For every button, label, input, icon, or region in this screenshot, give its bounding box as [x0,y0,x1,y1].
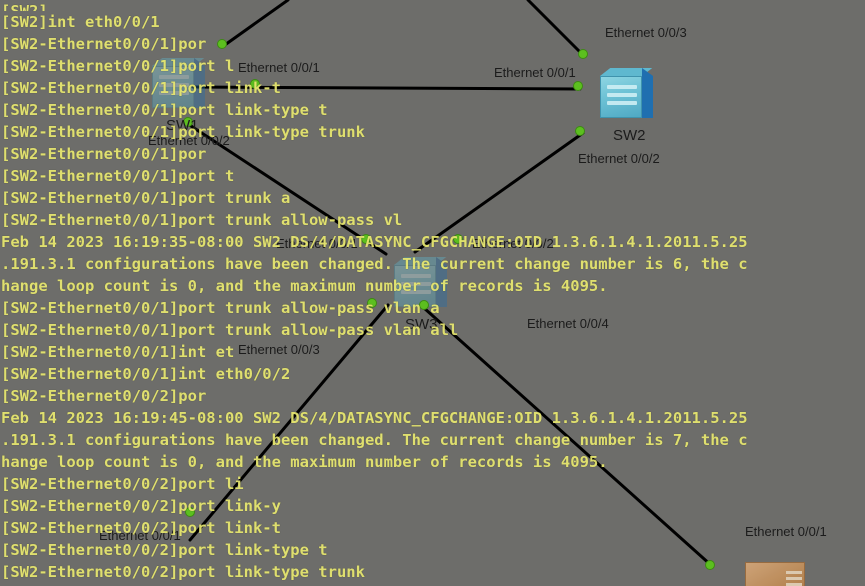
port-label: Ethernet 0/0/2 [148,133,230,148]
port-label: Ethernet 0/0/1 [99,528,181,543]
port-label: Ethernet 0/0/1 [745,524,827,539]
link-endpoint-dot[interactable] [362,235,370,243]
switch-icon-port-slots [401,274,431,300]
link-endpoint-dot[interactable] [368,299,376,307]
topology-link[interactable] [191,85,582,91]
switch-icon-side-face [436,257,447,307]
switch-icon-port-slots [607,85,637,111]
host-vent-lines [786,571,802,574]
topology-link[interactable] [188,303,390,542]
port-label: Ethernet 0/0/3 [238,342,320,357]
link-endpoint-dot[interactable] [218,40,226,48]
topology-link[interactable] [526,0,586,58]
link-endpoint-dot[interactable] [454,235,462,243]
link-endpoint-dot[interactable] [251,80,259,88]
device-name-label: SW3 [405,316,438,333]
port-label: Ethernet 0/0/1 [238,60,320,75]
port-label: Ethernet 0/0/2 [472,236,554,251]
link-endpoint-dot[interactable] [420,301,428,309]
topology-link[interactable] [422,306,714,568]
link-endpoint-dot[interactable] [579,50,587,58]
port-label: Ethernet 0/0/3 [605,25,687,40]
link-endpoint-dot[interactable] [576,127,584,135]
link-endpoint-dot[interactable] [186,508,194,516]
switch-icon-front-face [152,66,194,108]
port-label: Ethernet 0/0/2 [578,151,660,166]
switch-icon-port-slots [159,75,189,101]
switch-icon-side-face [642,68,653,118]
app-screen: Ethernet 0/0/2 Ethernet 0/0/1 Ethernet 0/0… [0,0,865,586]
link-endpoint-dot[interactable] [574,82,582,90]
device-switch-sw1[interactable] [152,58,205,116]
device-switch-sw2[interactable] [600,68,653,126]
topology-link[interactable] [220,0,290,49]
switch-icon-front-face [394,265,436,307]
port-label: Ethernet 0/0/1 [276,236,358,251]
device-host-partial[interactable] [745,562,805,586]
topology-link[interactable] [413,131,585,254]
device-name-label: SW1 [166,117,199,134]
port-label: Ethernet 0/0/1 [494,65,576,80]
device-name-label: SW2 [613,127,646,144]
switch-icon-front-face [600,76,642,118]
port-label: Ethernet 0/0/4 [527,316,609,331]
switch-icon-side-face [194,58,205,108]
link-endpoint-dot[interactable] [706,561,714,569]
